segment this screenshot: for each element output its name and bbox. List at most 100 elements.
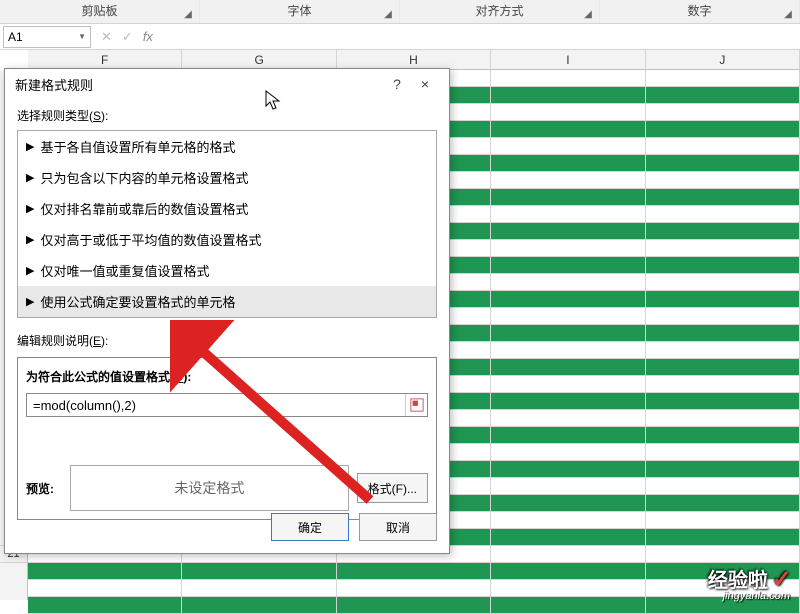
ribbon-group-number: 数字◢: [600, 0, 800, 23]
cell[interactable]: [337, 580, 491, 597]
help-icon[interactable]: ?: [383, 76, 411, 92]
cell[interactable]: [646, 393, 800, 410]
col-header[interactable]: I: [491, 50, 645, 69]
cell[interactable]: [491, 359, 645, 376]
cell[interactable]: [491, 546, 645, 563]
rule-type-item[interactable]: ▶仅对唯一值或重复值设置格式: [18, 255, 436, 286]
cell[interactable]: [491, 478, 645, 495]
col-header[interactable]: F: [28, 50, 182, 69]
dialog-launcher-icon[interactable]: ◢: [181, 4, 195, 18]
cell[interactable]: [646, 155, 800, 172]
cell[interactable]: [646, 189, 800, 206]
cell[interactable]: [491, 444, 645, 461]
cell[interactable]: [646, 444, 800, 461]
cell[interactable]: [646, 308, 800, 325]
rule-type-item[interactable]: ▶仅对高于或低于平均值的数值设置格式: [18, 224, 436, 255]
cell[interactable]: [491, 461, 645, 478]
dialog-titlebar[interactable]: 新建格式规则 ? ×: [5, 69, 449, 99]
range-selector-icon[interactable]: [405, 394, 427, 416]
cell[interactable]: [182, 580, 336, 597]
cell[interactable]: [646, 104, 800, 121]
rule-type-item-selected[interactable]: ▶使用公式确定要设置格式的单元格: [18, 286, 436, 317]
arrow-icon: ▶: [26, 202, 34, 215]
cell[interactable]: [491, 393, 645, 410]
cell[interactable]: [646, 206, 800, 223]
cell[interactable]: [491, 512, 645, 529]
cell[interactable]: [646, 359, 800, 376]
cell[interactable]: [28, 563, 182, 580]
format-button[interactable]: 格式(F)...: [357, 473, 428, 503]
grid-row[interactable]: [28, 563, 800, 580]
col-header[interactable]: J: [646, 50, 800, 69]
cell[interactable]: [646, 70, 800, 87]
cell[interactable]: [491, 172, 645, 189]
enter-icon[interactable]: ✓: [122, 29, 133, 45]
cell[interactable]: [491, 155, 645, 172]
cancel-icon[interactable]: ✕: [101, 29, 112, 45]
cell[interactable]: [646, 138, 800, 155]
cell[interactable]: [646, 427, 800, 444]
cell[interactable]: [646, 291, 800, 308]
fx-icon[interactable]: fx: [143, 29, 153, 44]
cell[interactable]: [491, 376, 645, 393]
cell[interactable]: [646, 546, 800, 563]
cell[interactable]: [182, 563, 336, 580]
cell[interactable]: [646, 461, 800, 478]
cell[interactable]: [646, 121, 800, 138]
cell[interactable]: [491, 308, 645, 325]
name-box[interactable]: A1 ▼: [3, 26, 91, 48]
cell[interactable]: [491, 121, 645, 138]
cell[interactable]: [491, 206, 645, 223]
ok-button[interactable]: 确定: [271, 513, 349, 541]
chevron-down-icon[interactable]: ▼: [78, 32, 86, 41]
arrow-icon: ▶: [26, 295, 34, 308]
cell[interactable]: [646, 512, 800, 529]
col-header[interactable]: H: [337, 50, 491, 69]
cell[interactable]: [646, 223, 800, 240]
cell[interactable]: [337, 563, 491, 580]
cell[interactable]: [646, 257, 800, 274]
cell[interactable]: [491, 563, 645, 580]
rule-type-item[interactable]: ▶仅对排名靠前或靠后的数值设置格式: [18, 193, 436, 224]
cell[interactable]: [491, 189, 645, 206]
col-header[interactable]: G: [182, 50, 336, 69]
cell[interactable]: [491, 257, 645, 274]
rule-type-item[interactable]: ▶只为包含以下内容的单元格设置格式: [18, 162, 436, 193]
cell[interactable]: [491, 495, 645, 512]
cell[interactable]: [646, 325, 800, 342]
cell[interactable]: [491, 529, 645, 546]
cell[interactable]: [491, 70, 645, 87]
cell[interactable]: [491, 104, 645, 121]
grid-row[interactable]: [28, 580, 800, 597]
cell[interactable]: [491, 410, 645, 427]
cell[interactable]: [491, 274, 645, 291]
cell[interactable]: [491, 240, 645, 257]
formula-input[interactable]: [27, 398, 405, 413]
cell[interactable]: [646, 172, 800, 189]
cell[interactable]: [646, 478, 800, 495]
cell[interactable]: [646, 274, 800, 291]
cell[interactable]: [491, 138, 645, 155]
cell[interactable]: [491, 580, 645, 597]
dialog-launcher-icon[interactable]: ◢: [581, 4, 595, 18]
cell[interactable]: [646, 529, 800, 546]
cell[interactable]: [646, 87, 800, 104]
cell[interactable]: [491, 427, 645, 444]
cell[interactable]: [491, 223, 645, 240]
cell[interactable]: [646, 376, 800, 393]
rule-type-item[interactable]: ▶基于各自值设置所有单元格的格式: [18, 131, 436, 162]
cell[interactable]: [646, 495, 800, 512]
cell[interactable]: [491, 325, 645, 342]
cell[interactable]: [491, 87, 645, 104]
close-icon[interactable]: ×: [411, 76, 439, 92]
rule-type-list[interactable]: ▶基于各自值设置所有单元格的格式 ▶只为包含以下内容的单元格设置格式 ▶仅对排名…: [17, 130, 437, 318]
cell[interactable]: [28, 580, 182, 597]
cell[interactable]: [491, 342, 645, 359]
cell[interactable]: [646, 410, 800, 427]
cancel-button[interactable]: 取消: [359, 513, 437, 541]
cell[interactable]: [646, 342, 800, 359]
dialog-launcher-icon[interactable]: ◢: [781, 4, 795, 18]
cell[interactable]: [646, 240, 800, 257]
dialog-launcher-icon[interactable]: ◢: [381, 4, 395, 18]
cell[interactable]: [491, 291, 645, 308]
